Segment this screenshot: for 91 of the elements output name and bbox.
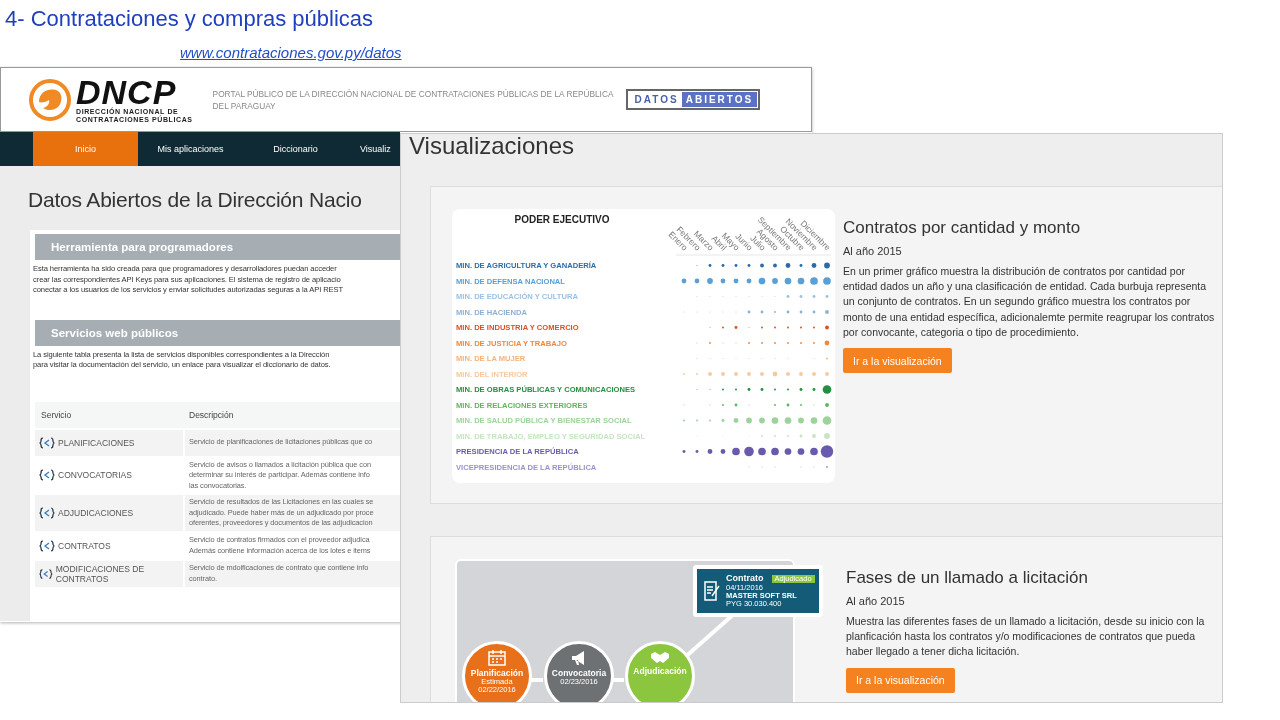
section-header: Servicios web públicos (35, 319, 400, 346)
bubble (812, 295, 816, 298)
document-edit-icon (703, 580, 721, 602)
braces-icon (39, 506, 55, 519)
visualization-subtitle: Al año 2015 (846, 595, 906, 607)
bubble (744, 446, 754, 457)
nav-tab[interactable]: Mis aplicaciones (138, 132, 243, 166)
chart-title: PODER EJECUTIVO (514, 214, 610, 225)
bubble (825, 295, 829, 298)
page-heading: Datos Abiertos de la Dirección Nacio (28, 188, 363, 212)
bubble (747, 372, 751, 376)
bubble (747, 264, 751, 267)
calendar-icon (488, 650, 506, 666)
bubble (720, 278, 726, 284)
bubble (708, 372, 712, 376)
bubble (799, 295, 803, 298)
slide-title: 4- Contrataciones y compras públicas (5, 6, 374, 32)
page-heading: Visualizaciones (409, 134, 575, 158)
bubble (721, 372, 725, 376)
emblem-icon (28, 77, 72, 122)
bubble (721, 264, 725, 267)
visualization-title: Fases de un llamado a licitación (846, 568, 1089, 588)
bubble (825, 310, 829, 314)
bubble (760, 372, 764, 376)
bubble (760, 388, 764, 391)
phase-label: Planificación (470, 668, 524, 678)
visualization-description: En un primer gráfico muestra la distribución de contratos por cantidad por entidad dados un año y una clasificación de entidad. Cada burbuja representa un conjunto de contratos. En un segundo gráfico muestra los contratos por monto de una entidad específica, adicionalemte permite reagrupar los contratos por convocante, categoria o tipo de procedimiento. (843, 264, 1215, 340)
service-link[interactable]: CONVOCATORIAS (58, 470, 132, 481)
bubble (734, 264, 738, 267)
website-link[interactable]: www.contrataciones.gov.py/datos (180, 44, 402, 61)
badge-word: ABIERTOS (681, 92, 758, 107)
bubble (733, 278, 739, 284)
visualization-title: Contratos por cantidad y monto (843, 218, 1082, 238)
bubble (721, 419, 725, 422)
logo-wordmark: DNCP (76, 75, 177, 108)
contract-title: Contrato (726, 574, 764, 584)
bubble (812, 372, 816, 376)
bubble (824, 433, 830, 439)
braces-icon (39, 436, 55, 449)
bubble (825, 372, 829, 376)
bubble (799, 310, 803, 314)
bubble (694, 278, 700, 284)
bubble (733, 418, 739, 423)
phase-label: Adjudicación (633, 666, 687, 676)
bubble (772, 371, 778, 377)
bubble (820, 445, 834, 458)
nav-tab[interactable]: Diccionario (243, 132, 348, 166)
bubble (824, 340, 830, 346)
visualization-description: Muestra las diferentes fases de un llamado a licitación, desde su inicio con la planficación hasta los contratos y/o modificaciones de contratos que pueda haber llegado a tener dicha licitación. (846, 614, 1206, 660)
visualization-subtitle: Al año 2015 (843, 245, 903, 257)
bubble (812, 388, 816, 391)
bubble (734, 403, 738, 407)
bubble (734, 326, 738, 329)
bubble (799, 372, 803, 376)
section-header: Herramienta para programadores (35, 234, 400, 260)
bubble (786, 372, 790, 376)
bubble (760, 310, 764, 314)
phase-label: Convocatoria (551, 668, 607, 678)
braces-icon (39, 567, 53, 580)
bubble (747, 310, 751, 314)
bubble (695, 450, 699, 453)
bubble (747, 388, 751, 391)
bubble (786, 295, 790, 298)
bubble (773, 263, 777, 268)
service-link[interactable]: CONTRATOS (58, 540, 111, 551)
braces-icon (39, 539, 55, 552)
bubble (799, 264, 803, 267)
bubble (760, 263, 764, 268)
bubble (708, 264, 712, 267)
bubble (799, 388, 803, 391)
bubble (707, 278, 713, 284)
column-header: Servicio (40, 409, 73, 420)
bubble (812, 434, 816, 438)
bubble (825, 403, 829, 407)
bubble (734, 372, 738, 376)
bubble (785, 263, 791, 268)
bubble (682, 450, 686, 453)
braces-icon (39, 469, 55, 482)
badge-word: DATOS (633, 93, 680, 107)
bubble (811, 263, 817, 268)
bubble (786, 310, 790, 314)
bubble (825, 325, 829, 330)
bubble (799, 434, 803, 438)
bubble (681, 278, 687, 284)
bubble (786, 403, 790, 407)
nav-tab[interactable]: Visualiz (348, 132, 400, 166)
bubble (812, 310, 816, 314)
bubble (707, 449, 713, 454)
portal-tagline: PORTAL PÚBLICO DE LA DIRECCIÓN NACIONAL DE CONTRATACIONES PÚBLICAS DE LA REPÚBLICA DEL PARAGUAY (212, 87, 615, 112)
column-header: Descripción (188, 409, 235, 420)
service-link[interactable]: ADJUDICACIONES (58, 507, 134, 518)
